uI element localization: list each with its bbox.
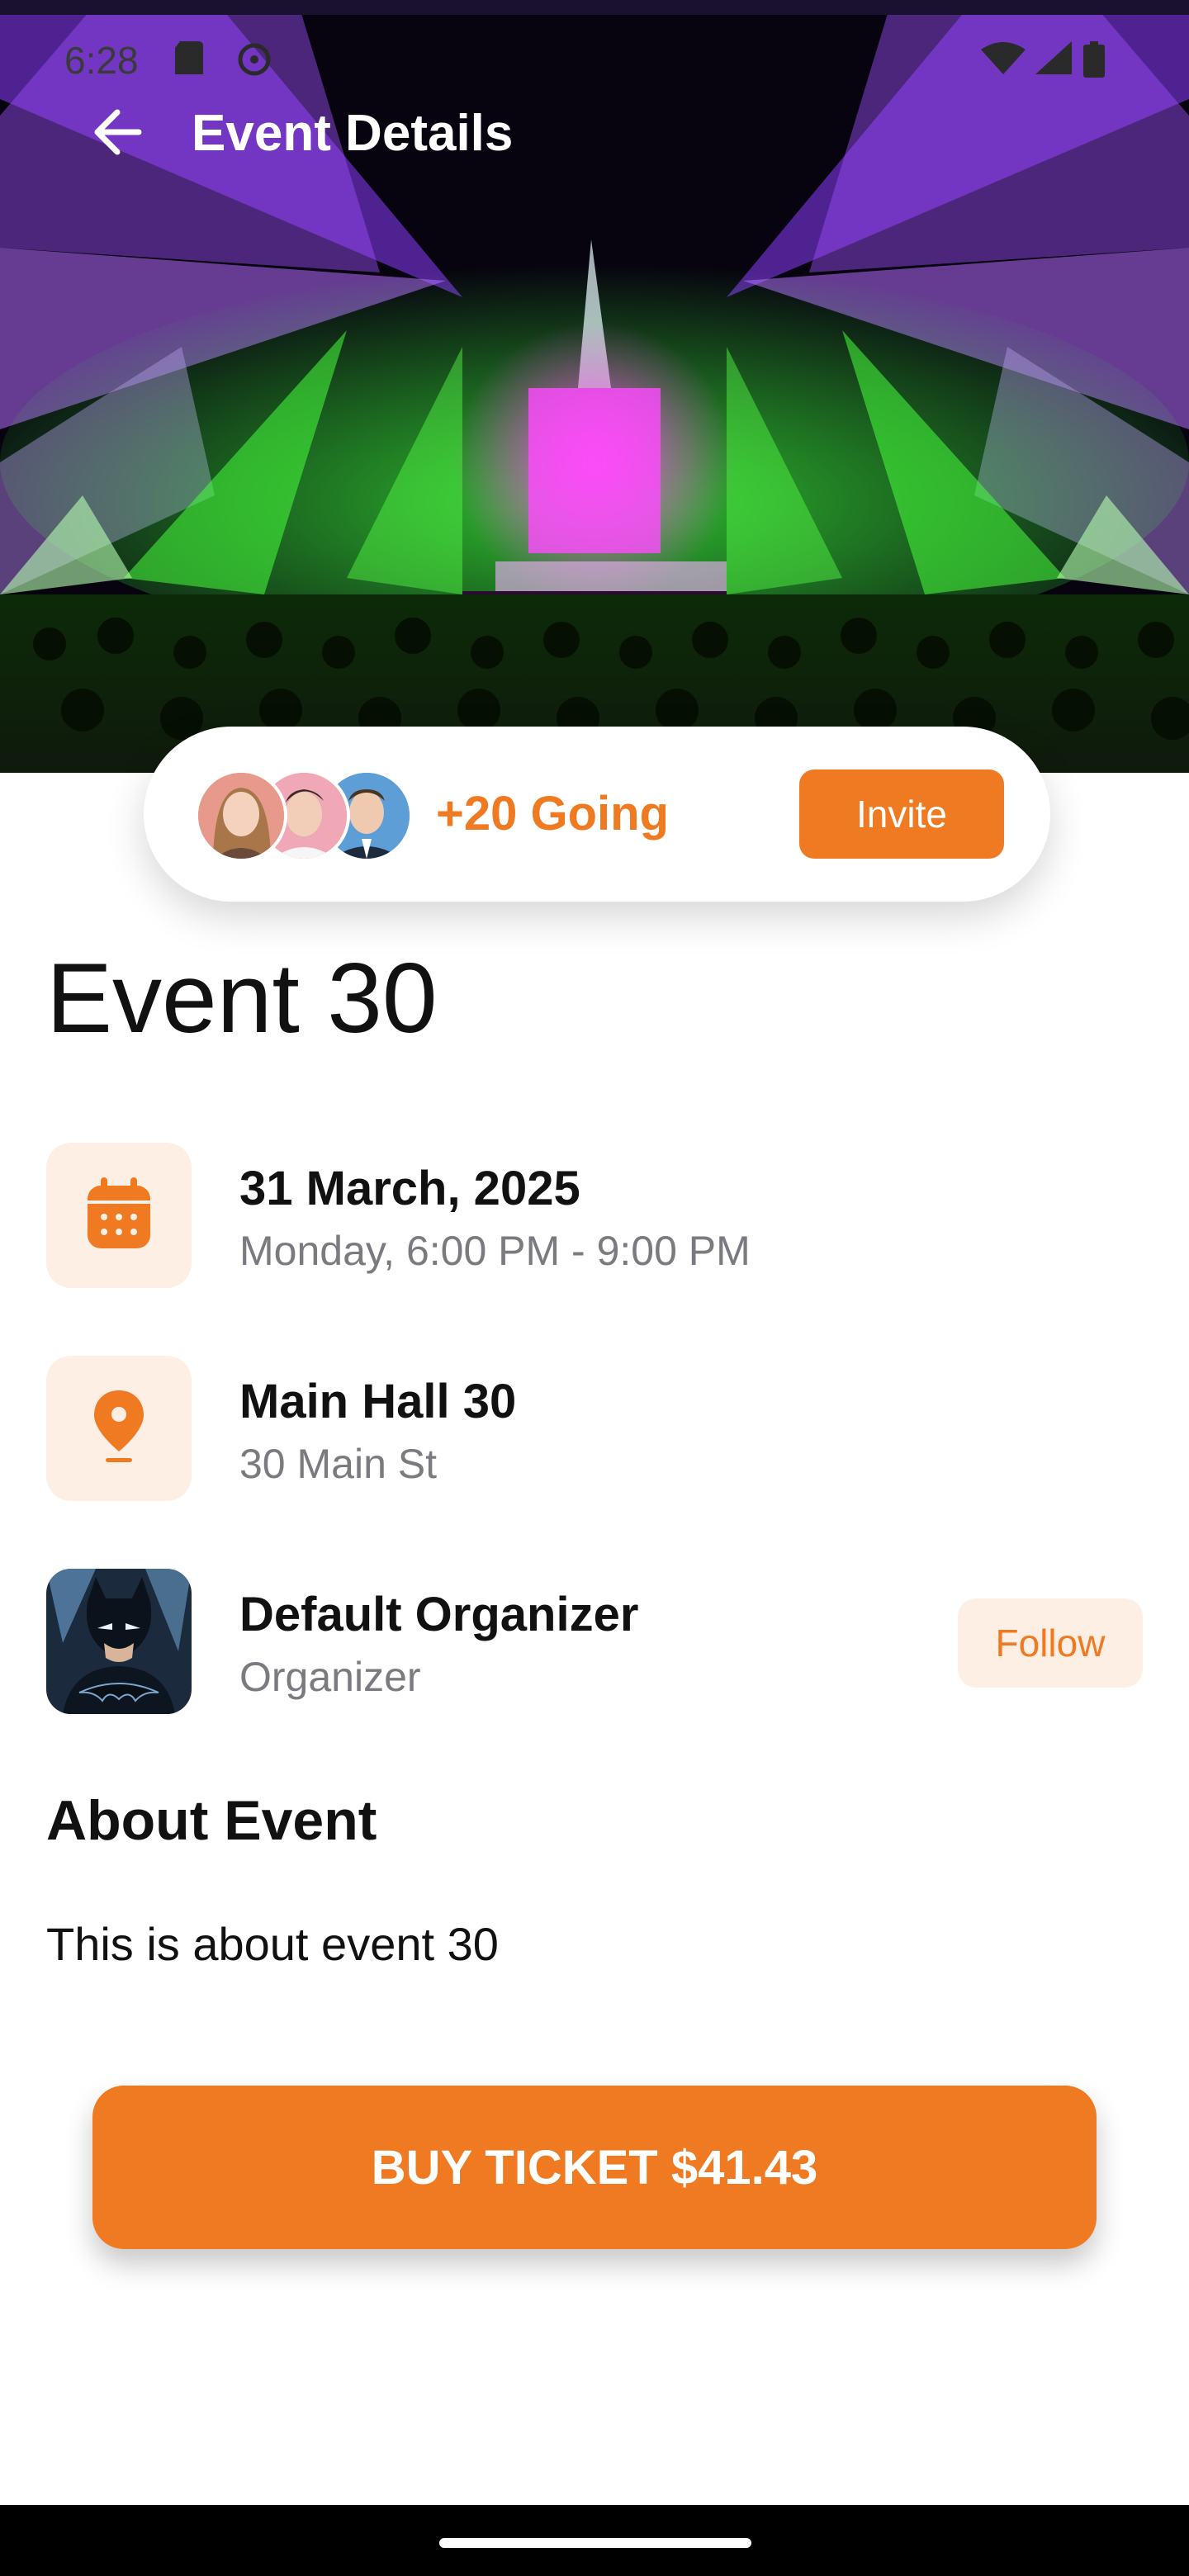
back-button[interactable] (88, 99, 154, 165)
avatar (195, 769, 287, 862)
event-time: Monday, 6:00 PM - 9:00 PM (239, 1228, 751, 1274)
date-row: 31 March, 2025 Monday, 6:00 PM - 9:00 PM (46, 1143, 1144, 1288)
hero-image: 6:28 Event Details (0, 0, 1189, 773)
location-address: 30 Main St (239, 1441, 438, 1487)
page-title: Event Details (192, 105, 514, 162)
invite-button[interactable]: Invite (799, 769, 1004, 859)
follow-button[interactable]: Follow (958, 1598, 1143, 1688)
location-tile (46, 1356, 192, 1501)
buy-ticket-button[interactable]: BUY TICKET $41.43 (92, 2086, 1097, 2249)
date-tile (46, 1143, 192, 1288)
organizer-avatar[interactable] (46, 1569, 192, 1714)
organizer-row: Default Organizer Organizer Follow (46, 1569, 1144, 1714)
location-name: Main Hall 30 (239, 1375, 517, 1428)
location-row: Main Hall 30 30 Main St (46, 1356, 1144, 1501)
calendar-icon (86, 1177, 152, 1254)
about-text: This is about event 30 (46, 1918, 499, 1970)
going-count: +20 Going (436, 787, 670, 841)
status-bar: 6:28 (0, 30, 1189, 88)
home-handle[interactable] (439, 2538, 751, 2548)
app-bar: Event Details (0, 99, 1189, 165)
going-card: +20 Going Invite (144, 727, 1050, 902)
status-time: 6:28 (64, 39, 139, 82)
event-date: 31 March, 2025 (239, 1162, 580, 1215)
location-pin-icon (92, 1390, 145, 1467)
navigation-bar (0, 2505, 1189, 2576)
organizer-name: Default Organizer (239, 1588, 639, 1641)
about-title: About Event (46, 1789, 377, 1852)
event-title: Event 30 (46, 943, 438, 1054)
organizer-role: Organizer (239, 1654, 421, 1700)
